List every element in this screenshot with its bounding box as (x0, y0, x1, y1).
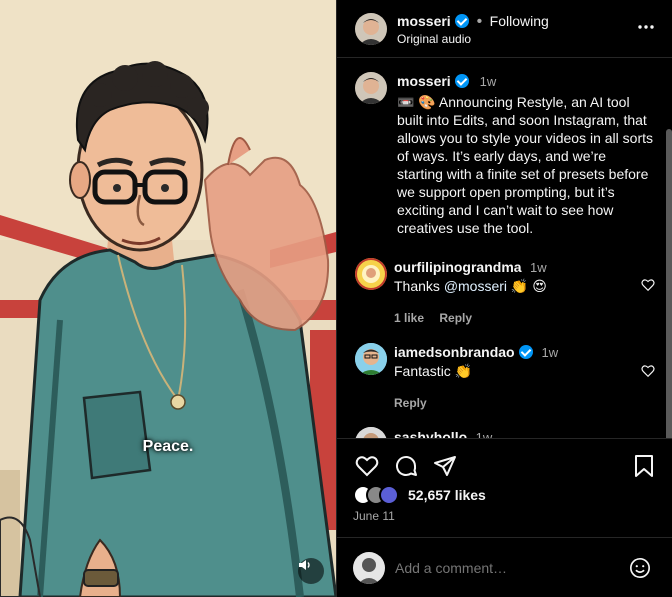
mosseri-avatar-image (355, 72, 387, 104)
video-caption: Peace. (142, 438, 194, 455)
like-button[interactable] (355, 454, 379, 483)
likes-count[interactable]: 52,657 likes (408, 487, 486, 503)
following-button[interactable]: Following (490, 13, 549, 29)
avatar (353, 552, 385, 584)
header-title-line: mosseri • Following (397, 13, 549, 31)
comments-scrollbar[interactable] (666, 129, 672, 438)
bookmark-icon (635, 455, 653, 477)
comment-time: 1w (530, 260, 547, 275)
verified-icon (455, 14, 470, 28)
add-comment-bar (337, 537, 672, 597)
comment-time: 1w (541, 345, 559, 360)
original-audio-link[interactable]: Original audio (397, 32, 471, 46)
ourfilipinograndma-avatar-image (355, 258, 387, 290)
post-actions-bar: 52,657 likes June 11 (337, 438, 672, 548)
comment-likes-count[interactable]: 1 like (394, 311, 424, 325)
verified-icon (519, 345, 534, 359)
avatar[interactable] (355, 343, 387, 375)
comment-username[interactable]: iamedsonbrandao (394, 344, 515, 360)
audio-toggle-button[interactable] (298, 558, 324, 584)
speaker-icon (299, 560, 310, 570)
verified-icon (455, 74, 470, 88)
comment-username[interactable]: ourfilipinograndma (394, 259, 522, 275)
caption-text: Announcing Restyle, an AI tool built int… (397, 94, 653, 236)
avatar[interactable] (355, 72, 387, 104)
caption-emoji: 📼 🎨 (397, 94, 436, 110)
mosseri-avatar-image (355, 13, 387, 45)
comment-username[interactable]: sashyhollo (394, 429, 467, 438)
comment-text: Fantastic 👏 (394, 363, 473, 379)
comment-item: iamedsonbrandao 1w Fantastic 👏 Reply (394, 344, 634, 410)
reply-button[interactable]: Reply (439, 311, 472, 325)
comment-text: Thanks @mosseri 👏 😍 (394, 277, 634, 295)
post-side-panel: mosseri • Following Original audio mosse… (336, 0, 672, 597)
comment-input[interactable] (395, 556, 615, 580)
comment-button[interactable] (394, 454, 418, 483)
paper-plane-icon (434, 456, 456, 476)
comment-text-suffix: 👏 😍 (507, 278, 547, 294)
comments-scroll-area[interactable]: mosseri 1w 📼 🎨 Announcing Restyle, an AI… (337, 59, 672, 438)
current-user-avatar-image (353, 552, 385, 584)
comment-time: 1w (475, 430, 493, 438)
comment-like-button[interactable] (641, 278, 655, 297)
header-username[interactable]: mosseri (397, 13, 451, 29)
avatar[interactable] (355, 13, 387, 45)
video-player[interactable]: Peace. (0, 0, 336, 597)
heart-outline-icon (641, 365, 655, 378)
reply-button[interactable]: Reply (394, 396, 427, 410)
iamedsonbrandao-avatar-image (355, 343, 387, 375)
post-date[interactable]: June 11 (353, 509, 395, 523)
smiley-icon (630, 558, 650, 578)
video-frame-illustration (0, 0, 336, 597)
sashyhollo-avatar-image (355, 427, 387, 438)
mention-link[interactable]: @mosseri (444, 278, 507, 294)
more-options-button[interactable] (637, 18, 655, 41)
liker-avatar (379, 485, 399, 505)
save-button[interactable] (633, 454, 655, 483)
comment-item: ourfilipinograndma 1w Thanks @mosseri 👏 … (394, 259, 634, 325)
comment-like-button[interactable] (641, 364, 655, 383)
heart-outline-icon (355, 456, 379, 477)
post-viewer: Peace. mosseri • Following Original audi… (0, 0, 672, 597)
caption-text-block: 📼 🎨 Announcing Restyle, an AI tool built… (397, 93, 655, 237)
avatar[interactable] (355, 258, 387, 290)
comment-item: sashyhollo 1w (394, 429, 492, 438)
post-caption: mosseri 1w 📼 🎨 Announcing Restyle, an AI… (397, 73, 655, 237)
caption-username[interactable]: mosseri (397, 73, 451, 89)
emoji-button[interactable] (629, 557, 651, 584)
post-header: mosseri • Following Original audio (337, 0, 672, 58)
more-horizontal-icon (638, 25, 654, 29)
separator-dot: • (476, 13, 483, 30)
avatar[interactable] (355, 427, 387, 438)
comment-bubble-icon (396, 456, 417, 476)
caption-time: 1w (479, 74, 497, 89)
heart-outline-icon (641, 279, 655, 292)
share-button[interactable] (433, 454, 457, 483)
comment-text-prefix: Thanks (394, 278, 444, 294)
